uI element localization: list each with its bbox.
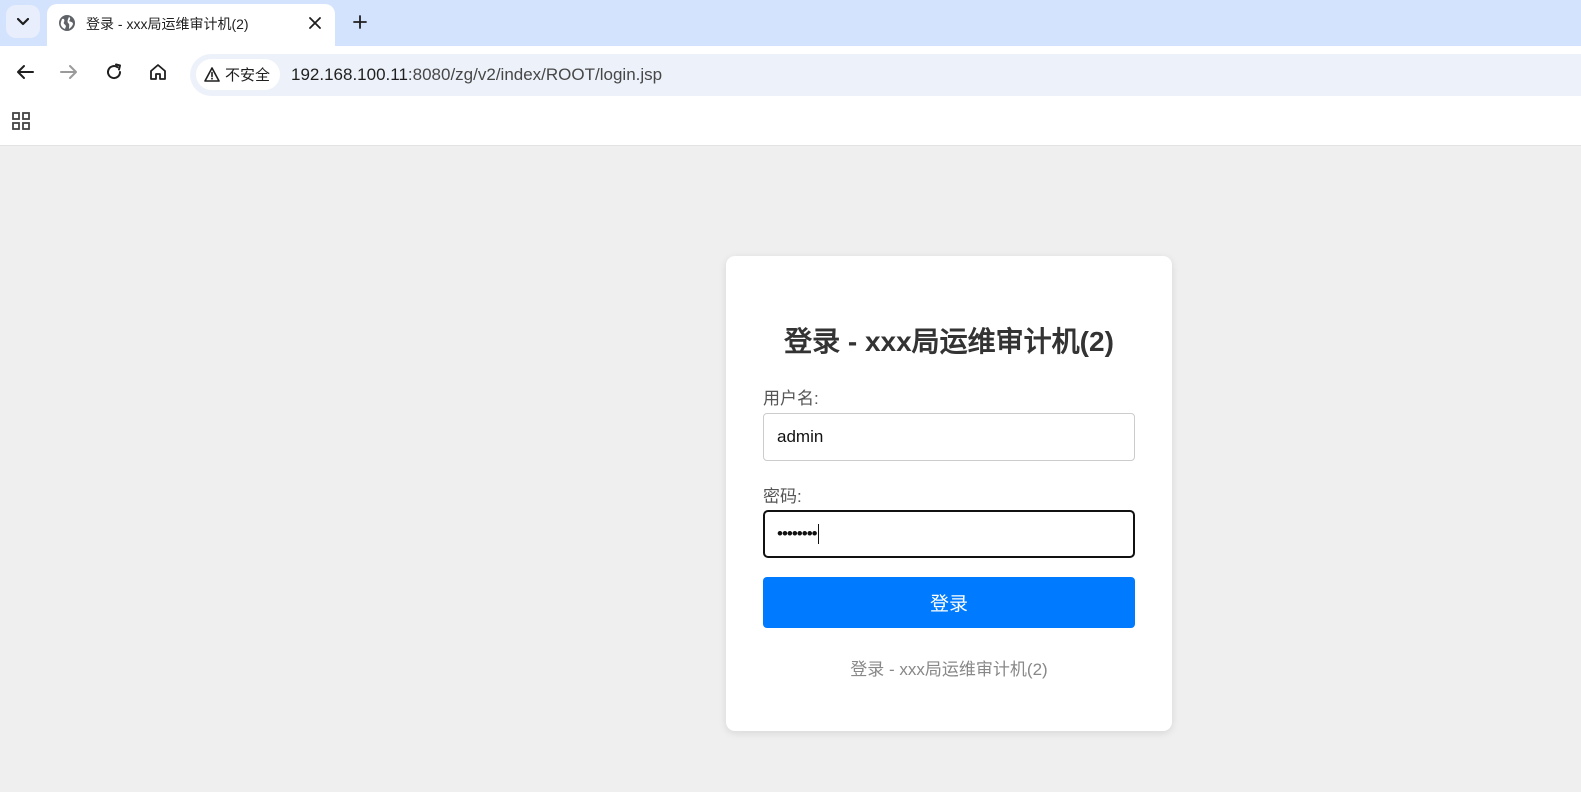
plus-icon bbox=[353, 15, 367, 29]
address-bar[interactable]: 不安全 192.168.100.11:8080/zg/v2/index/ROOT… bbox=[190, 54, 1581, 96]
arrow-right-icon bbox=[60, 65, 77, 79]
browser-toolbar: 不安全 192.168.100.11:8080/zg/v2/index/ROOT… bbox=[0, 46, 1581, 98]
password-masked-value: •••••••• bbox=[777, 524, 818, 543]
security-label: 不安全 bbox=[225, 67, 271, 84]
home-icon bbox=[150, 64, 166, 80]
password-input[interactable]: •••••••• bbox=[763, 510, 1135, 558]
apps-grid-icon[interactable] bbox=[10, 110, 32, 132]
username-input[interactable]: admin bbox=[763, 413, 1135, 461]
back-button[interactable] bbox=[13, 60, 37, 84]
username-value: admin bbox=[777, 427, 824, 446]
close-icon bbox=[309, 17, 321, 29]
url-text[interactable]: 192.168.100.11:8080/zg/v2/index/ROOT/log… bbox=[291, 65, 662, 85]
tab-title: 登录 - xxx局运维审计机(2) bbox=[86, 16, 249, 32]
url-host: 192.168.100.11 bbox=[291, 65, 408, 84]
forward-button[interactable] bbox=[57, 60, 81, 84]
password-label: 密码: bbox=[763, 487, 802, 506]
security-indicator[interactable]: 不安全 bbox=[196, 59, 280, 90]
tab-strip: 登录 - xxx局运维审计机(2) bbox=[0, 0, 1581, 46]
tab-search-button[interactable] bbox=[6, 5, 40, 38]
close-tab-button[interactable] bbox=[305, 13, 325, 33]
new-tab-button[interactable] bbox=[348, 10, 372, 34]
reload-icon bbox=[107, 63, 122, 80]
url-path: :8080/zg/v2/index/ROOT/login.jsp bbox=[407, 65, 663, 84]
arrow-left-icon bbox=[17, 65, 34, 79]
login-button[interactable]: 登录 bbox=[763, 577, 1135, 628]
username-label: 用户名: bbox=[763, 389, 819, 408]
warning-icon bbox=[204, 67, 220, 82]
login-card: 登录 - xxx局运维审计机(2) 用户名: admin 密码: •••••••… bbox=[726, 256, 1172, 731]
text-caret bbox=[817, 524, 819, 544]
chevron-down-icon bbox=[17, 17, 29, 25]
active-tab[interactable]: 登录 - xxx局运维审计机(2) bbox=[47, 4, 335, 46]
home-button[interactable] bbox=[146, 60, 170, 84]
globe-icon bbox=[59, 15, 75, 31]
login-title: 登录 - xxx局运维审计机(2) bbox=[784, 326, 1114, 357]
reload-button[interactable] bbox=[102, 60, 126, 84]
bookmarks-bar bbox=[0, 98, 1581, 146]
login-footer: 登录 - xxx局运维审计机(2) bbox=[850, 660, 1048, 679]
